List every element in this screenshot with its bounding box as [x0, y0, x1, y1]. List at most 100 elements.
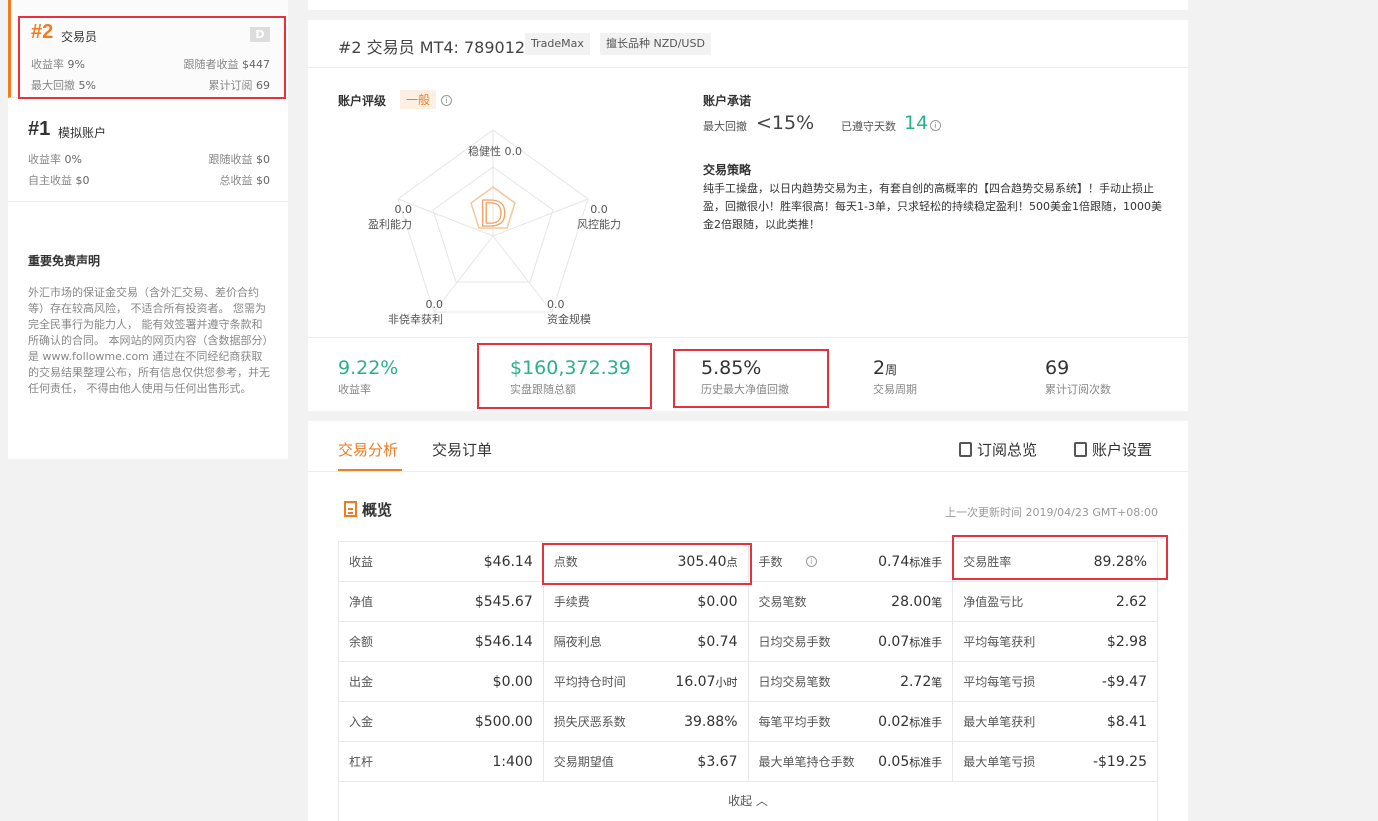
- table-cell: 隔夜利息 $0.74: [544, 622, 749, 661]
- disclaimer-title: 重要免责声明: [28, 254, 101, 268]
- metric-value: $546.14: [474, 633, 533, 650]
- table-row: 出金 $0.00 平均持仓时间 16.07小时 日均交易笔数 2.72笔 平均每笔亏损 -$9…: [339, 662, 1157, 702]
- stat-label: 收益率: [28, 153, 61, 166]
- last-updated: 上一次更新时间 2019/04/23 GMT+08:00: [944, 506, 1158, 519]
- table-cell: 交易期望值 $3.67: [544, 742, 749, 781]
- account-rank: #1: [28, 118, 51, 140]
- metric-unit: 标准手: [909, 755, 943, 769]
- disclaimer-text: 外汇市场的保证金交易（含外汇交易、差价合约等）存在较高风险， 不适合所有投资者。…: [28, 286, 270, 395]
- stat-value: $0: [256, 174, 270, 187]
- analysis-card: 交易分析 交易订单 订阅总览 账户设置 概览 上一次更新时间 2019/04/2…: [308, 421, 1188, 821]
- tab-trade-analysis[interactable]: 交易分析: [338, 439, 398, 460]
- divider: [308, 471, 1188, 472]
- account-card-demo[interactable]: #1 模拟账户 收益率 0% 跟随收益 $0 自主收益 $0 总收益 $0: [8, 104, 288, 202]
- metric-value: $0.74: [697, 633, 738, 650]
- table-cell: 净值盈亏比 2.62: [953, 582, 1157, 621]
- metric-unit: 小时: [715, 675, 738, 689]
- table-cell: 最大单笔持仓手数 0.05标准手: [749, 742, 954, 781]
- metric-value: 16.07: [675, 673, 716, 690]
- metric-value: $3.67: [697, 753, 738, 770]
- metric-unit: 笔: [931, 675, 943, 689]
- metric-label: 隔夜利息: [553, 635, 602, 649]
- metric-label: 平均每笔亏损: [963, 675, 1036, 689]
- stat-subscriptions: 69 累计订阅次数: [1045, 357, 1111, 397]
- metric-label: 平均每笔获利: [963, 635, 1036, 649]
- radar-label-nonluck: 0.0 非侥幸获利: [388, 298, 443, 326]
- days-label: 已遵守天数: [841, 120, 896, 133]
- stat-value: 69: [1045, 357, 1070, 379]
- metric-label: 净值: [349, 595, 374, 609]
- metric-label: 平均持仓时间: [553, 675, 626, 689]
- metric-value: $2.98: [1106, 633, 1147, 650]
- metric-value: 2.62: [1115, 593, 1147, 610]
- account-settings-button[interactable]: 账户设置: [1074, 439, 1152, 460]
- clipboard-icon: [959, 442, 972, 457]
- metric-value: $8.41: [1106, 713, 1147, 730]
- account-title: #2 交易员 MT4: 789012: [338, 38, 526, 57]
- promise-title: 账户承诺: [703, 94, 752, 108]
- metric-label: 余额: [349, 635, 374, 649]
- table-cell: 平均每笔亏损 -$9.47: [953, 662, 1157, 701]
- metric-label: 最大单笔获利: [963, 715, 1036, 729]
- overview-title: 概览: [344, 499, 392, 520]
- stat-unit: 周: [885, 363, 898, 377]
- table-row: 净值 $545.67 手续费 $0.00 交易笔数 28.00笔 净值盈亏比 2.62: [339, 582, 1157, 622]
- table-cell: 出金 $0.00: [339, 662, 544, 701]
- metric-value: 2.72: [900, 673, 932, 690]
- metric-value: $46.14: [483, 553, 533, 570]
- metric-value: 0.02: [878, 713, 910, 730]
- metric-unit: 笔: [931, 595, 943, 609]
- max-drawdown-label: 最大回撤: [703, 120, 747, 133]
- broker-tag: TradeMax: [525, 33, 590, 55]
- metric-label: 最大单笔持仓手数: [758, 755, 855, 769]
- stat-value: 9.22%: [338, 357, 399, 379]
- account-summary-card: #2 交易员 MT4: 789012 TradeMax 擅长品种 NZD/USD…: [308, 20, 1188, 411]
- stat-value: $0: [256, 153, 270, 166]
- table-row: 余额 $546.14 隔夜利息 $0.74 日均交易手数 0.07标准手 平均每笔获利 $2.…: [339, 622, 1157, 662]
- collapse-label: 收起: [728, 794, 753, 808]
- radar-label-stability: 稳健性 0.0: [468, 145, 522, 158]
- days-value: 14: [904, 112, 929, 134]
- table-row: 杠杆 1:400 交易期望值 $3.67 最大单笔持仓手数 0.05标准手 最大单笔亏损 -$…: [339, 742, 1157, 782]
- metric-label: 每笔平均手数: [758, 715, 831, 729]
- table-cell: 平均持仓时间 16.07小时: [544, 662, 749, 701]
- divider: [308, 67, 1188, 68]
- info-icon[interactable]: i: [441, 95, 452, 106]
- stat-label: 收益率: [338, 383, 371, 396]
- info-icon[interactable]: i: [805, 556, 817, 567]
- subscribe-overview-label: 订阅总览: [977, 441, 1038, 459]
- rating-level-badge: 一般: [400, 90, 437, 109]
- sidebar: #2 交易员 D 收益率 9% 跟随者收益 $447 最大回撤 5% 累计订阅 …: [8, 0, 288, 459]
- table-cell: 净值 $545.67: [339, 582, 544, 621]
- table-cell: 损失厌恶系数 39.88%: [544, 702, 749, 741]
- table-cell: 收益 $46.14: [339, 542, 544, 581]
- metric-label: 最大单笔亏损: [963, 755, 1036, 769]
- grade-letter: D: [479, 194, 507, 235]
- metric-unit: 标准手: [909, 635, 943, 649]
- highlight-box: [477, 343, 652, 409]
- metric-label: 收益: [349, 555, 374, 569]
- table-cell: 杠杆 1:400: [339, 742, 544, 781]
- specialty-tag: 擅长品种 NZD/USD: [600, 33, 711, 55]
- table-cell: 手续费 $0.00: [544, 582, 749, 621]
- stat-value: 0%: [64, 153, 82, 166]
- tab-trade-orders[interactable]: 交易订单: [432, 439, 492, 460]
- metric-label: 杠杆: [349, 755, 374, 769]
- table-cell: 平均每笔获利 $2.98: [953, 622, 1157, 661]
- info-icon[interactable]: i: [930, 120, 941, 131]
- rating-radar: D 稳健性 0.0 0.0 风控能力 0.0 资金规模 0.0 非侥幸获利 0.0 盈利…: [338, 115, 648, 326]
- metric-unit: 标准手: [909, 715, 943, 729]
- metric-value: -$19.25: [1092, 753, 1147, 770]
- table-cell: 日均交易笔数 2.72笔: [749, 662, 954, 701]
- subscribe-overview-button[interactable]: 订阅总览: [959, 439, 1037, 460]
- radar-label-profit: 0.0 盈利能力: [368, 203, 412, 231]
- stat-label: 总收益: [219, 174, 253, 187]
- table-cell: 每笔平均手数 0.02标准手: [749, 702, 954, 741]
- collapse-button[interactable]: 收起 ︿: [339, 782, 1157, 821]
- account-settings-label: 账户设置: [1092, 441, 1153, 459]
- table-cell: 手数 i 0.74标准手: [749, 542, 954, 581]
- table-cell: 最大单笔亏损 -$19.25: [953, 742, 1157, 781]
- divider: [308, 337, 1188, 338]
- strategy-text: 纯手工操盘，以日内趋势交易为主，有套自创的高概率的【四合趋势交易系统】！手动止损…: [703, 182, 1162, 231]
- metric-value: $545.67: [474, 593, 533, 610]
